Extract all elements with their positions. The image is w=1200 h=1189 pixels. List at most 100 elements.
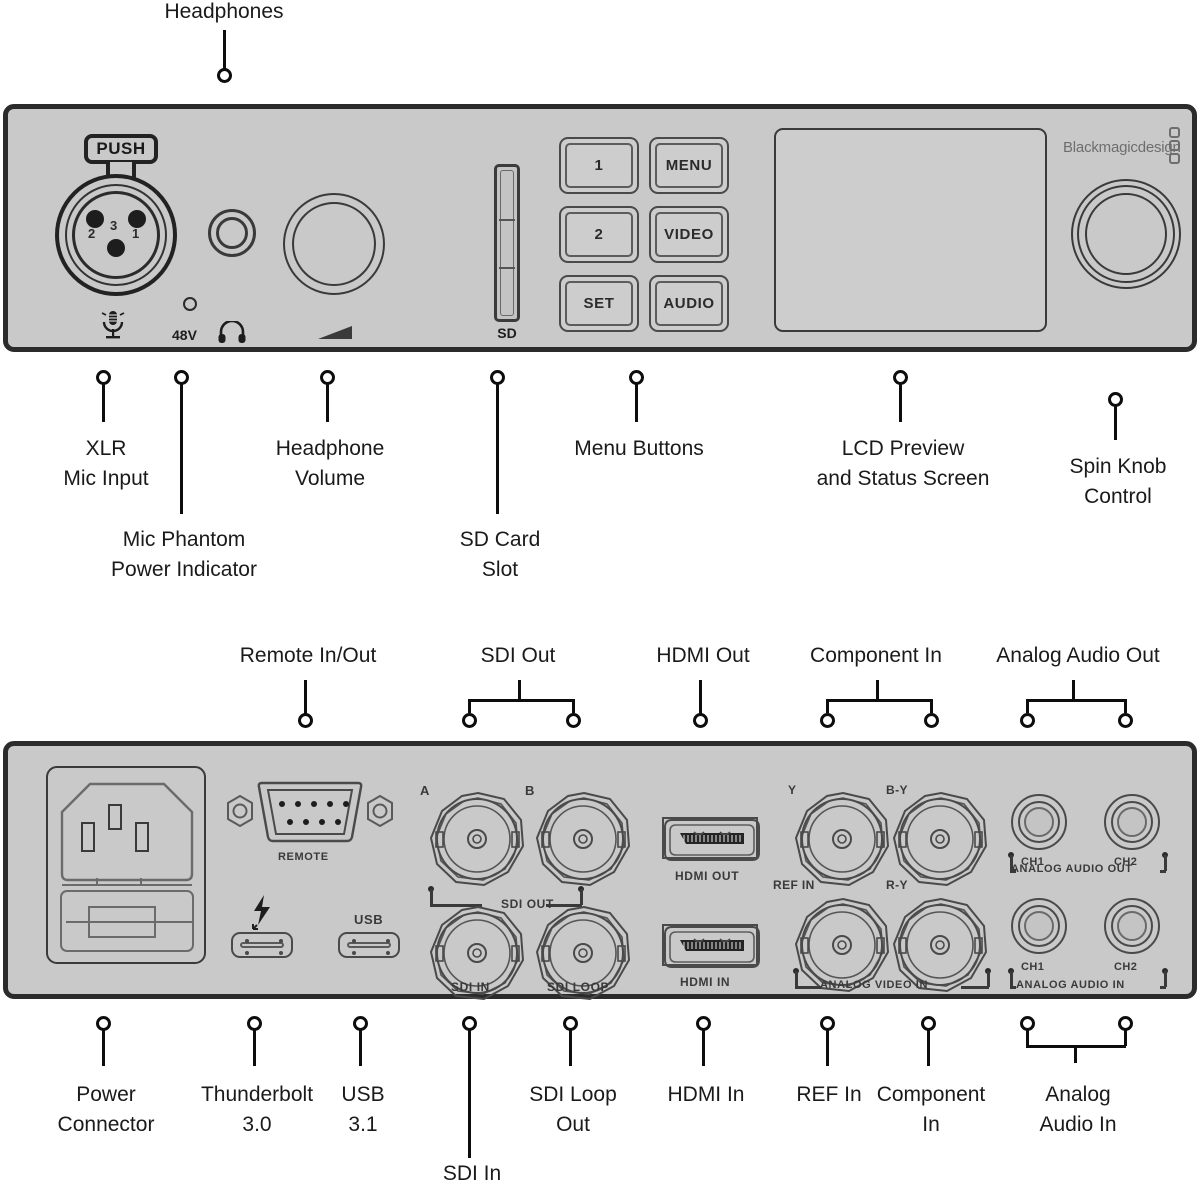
button-audio[interactable]: AUDIO <box>649 275 729 332</box>
leader-endpoint-circle <box>563 1016 578 1031</box>
leader-endpoint-circle <box>1020 1016 1035 1031</box>
de9-hexnut-right <box>367 795 393 827</box>
rca-analog-audio-in-ch1[interactable] <box>1011 898 1067 954</box>
de9-pin <box>287 819 293 825</box>
rca-analog-audio-out-ch1[interactable] <box>1011 794 1067 850</box>
thunderbolt-usbc-port[interactable] <box>231 932 293 958</box>
leader-analog-audio-out-bracket <box>1020 680 1133 736</box>
headphone-volume-knob[interactable] <box>283 193 385 295</box>
iec-divider-notch-left <box>96 878 98 885</box>
spin-knob-control[interactable] <box>1071 179 1181 289</box>
de9-pin <box>327 801 333 807</box>
leader-endpoint-circle <box>693 713 708 728</box>
fuse-lead-right <box>152 921 192 923</box>
phantom-power-label: 48V <box>172 327 197 343</box>
leader-mic-phantom-power-indicator <box>174 370 194 522</box>
leader-thunderbolt-3 <box>247 1016 267 1072</box>
callout-label-lcd-preview-and-status-screen: LCD Preview and Status Screen <box>816 437 990 490</box>
callout-label-spin-knob-control: Spin Knob Control <box>1069 455 1167 508</box>
leader-lcd-preview-and-status-screen <box>893 370 913 430</box>
iec-divider-notch-right <box>140 878 142 885</box>
callout-label-component-in: Component In <box>810 644 942 667</box>
brand-logo-square-3 <box>1169 153 1180 164</box>
leader-endpoint-circle <box>820 713 835 728</box>
xlr-pin-3 <box>107 239 125 257</box>
sd-slot-inner <box>500 170 514 316</box>
bnc-sdi-out-b[interactable] <box>534 790 634 890</box>
power-connector[interactable] <box>46 766 206 964</box>
microphone-icon <box>101 311 125 339</box>
silk-label-sdi-loop: SDI LOOP <box>547 980 610 994</box>
usb-c-port[interactable] <box>338 932 400 958</box>
rca-center-hole <box>1024 911 1054 941</box>
hdmi-in-port[interactable] <box>662 924 760 968</box>
leader-ref-in <box>820 1016 840 1072</box>
leader-endpoint-circle <box>490 370 505 385</box>
button-1[interactable]: 1 <box>559 137 639 194</box>
de9-pin <box>303 819 309 825</box>
leader-endpoint-circle <box>629 370 644 385</box>
fuse-holder[interactable] <box>60 890 194 952</box>
iec-pin-earth <box>108 804 122 830</box>
bnc-component-b-y[interactable] <box>891 790 991 890</box>
leader-endpoint-circle <box>924 713 939 728</box>
leader-endpoint-circle <box>462 1016 477 1031</box>
leader-component-in-bracket <box>820 680 939 736</box>
volume-knob-inner <box>292 202 376 286</box>
xlr-socket-face <box>72 191 160 279</box>
de9-pin <box>279 801 285 807</box>
button-menu[interactable]: MENU <box>649 137 729 194</box>
headphone-jack-inner <box>216 217 248 249</box>
leader-remote-in-out <box>298 680 318 736</box>
leader-endpoint-circle <box>462 713 477 728</box>
headphone-jack[interactable] <box>208 209 256 257</box>
leader-endpoint-circle <box>566 713 581 728</box>
phantom-power-led <box>183 297 197 311</box>
rca-center-hole <box>1024 807 1054 837</box>
leader-endpoint-circle <box>820 1016 835 1031</box>
sd-card-slot[interactable] <box>494 164 520 322</box>
volume-wedge-icon <box>318 326 352 339</box>
callout-label-sd-card-slot: SD Card Slot <box>459 528 541 581</box>
leader-xlr-mic-input <box>96 370 116 430</box>
leader-endpoint-circle <box>1020 713 1035 728</box>
sd-slot-divider-1 <box>499 219 515 221</box>
hdmi-out-port[interactable] <box>662 817 760 861</box>
iec-pin-live <box>81 822 95 852</box>
xlr-pin-3-label: 3 <box>110 218 118 233</box>
leader-hdmi-out <box>693 680 713 736</box>
diagram-canvas: Headphones PUSH 2 3 1 48V SD 1 MENU 2 VI… <box>0 0 1200 1189</box>
xlr-mic-input-connector[interactable]: PUSH 2 3 1 <box>48 134 183 304</box>
sd-slot-label: SD <box>497 325 517 341</box>
fuse-lead-left <box>66 921 92 923</box>
leader-headphones <box>210 30 240 90</box>
silk-label-remote: REMOTE <box>278 851 329 863</box>
callout-label-headphone-volume: Headphone Volume <box>275 437 385 490</box>
de9-pin <box>343 801 349 807</box>
lcd-preview-status-screen[interactable] <box>774 128 1047 332</box>
leader-headphone-volume <box>320 370 340 430</box>
remote-de9-connector[interactable] <box>226 781 394 843</box>
leader-menu-buttons <box>629 370 649 430</box>
leader-usb-3-1 <box>353 1016 373 1072</box>
brand-logo-square-1 <box>1169 127 1180 138</box>
button-2[interactable]: 2 <box>559 206 639 263</box>
silk-label-ref-in: REF IN <box>773 878 815 892</box>
leader-component-in-bottom <box>921 1016 941 1072</box>
de9-pin <box>335 819 341 825</box>
xlr-push-tab[interactable]: PUSH <box>84 134 158 164</box>
leader-endpoint-circle <box>1108 392 1123 407</box>
callout-label-usb-3-1: USB 3.1 <box>341 1083 385 1136</box>
silk-label-hdmi-in: HDMI IN <box>680 975 731 989</box>
button-set[interactable]: SET <box>559 275 639 332</box>
bnc-component-y[interactable] <box>793 790 893 890</box>
leader-endpoint-circle <box>696 1016 711 1031</box>
button-video[interactable]: VIDEO <box>649 206 729 263</box>
rca-analog-audio-out-ch2[interactable] <box>1104 794 1160 850</box>
thunderbolt-bolt-icon <box>252 895 270 930</box>
callout-label-analog-audio-in: Analog Audio In <box>1039 1083 1117 1136</box>
leader-hdmi-in <box>696 1016 716 1072</box>
rca-analog-audio-in-ch2[interactable] <box>1104 898 1160 954</box>
bnc-sdi-out-a[interactable] <box>428 790 528 890</box>
callout-label-remote-in-out: Remote In/Out <box>239 644 377 667</box>
